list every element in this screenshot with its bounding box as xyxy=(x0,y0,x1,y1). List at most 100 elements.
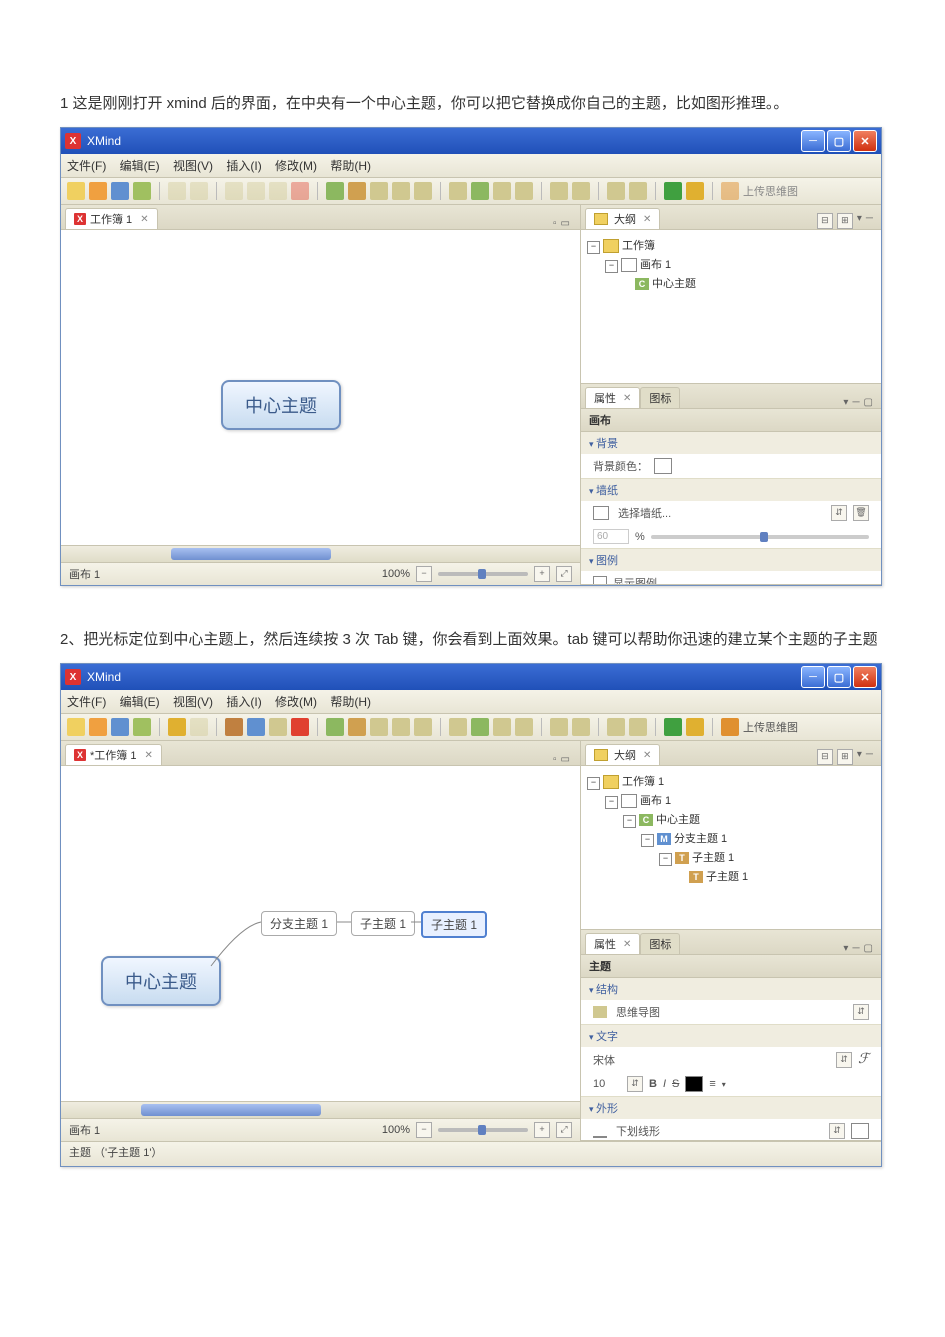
subtopic-icon[interactable] xyxy=(348,718,366,736)
panel-min-icon[interactable]: ─ xyxy=(866,749,873,765)
expand-all-button[interactable]: ⊞ xyxy=(837,213,853,229)
tab-min-icon[interactable]: ▫ xyxy=(553,218,557,229)
redo-icon[interactable] xyxy=(190,718,208,736)
tree-branch[interactable]: 分支主题 1 xyxy=(674,833,727,845)
menu-file[interactable]: 文件(F) xyxy=(67,159,106,173)
redo-icon[interactable] xyxy=(190,182,208,200)
opacity-slider-thumb[interactable] xyxy=(760,532,768,542)
tab-close-icon[interactable]: ✕ xyxy=(140,214,148,225)
section-shape[interactable]: 外形 xyxy=(581,1097,881,1119)
marker-icon[interactable] xyxy=(471,718,489,736)
menu-modify[interactable]: 修改(M) xyxy=(275,159,317,173)
hyperlink-icon[interactable] xyxy=(515,718,533,736)
opacity-slider[interactable] xyxy=(651,535,869,539)
tree-toggle[interactable]: − xyxy=(623,815,636,828)
select-wallpaper-button[interactable]: 选择墙纸... xyxy=(618,505,825,521)
drill-up-icon[interactable] xyxy=(572,718,590,736)
horizontal-scrollbar[interactable] xyxy=(61,1101,580,1118)
horizontal-scrollbar[interactable] xyxy=(61,545,580,562)
central-topic[interactable]: 中心主题 xyxy=(221,380,341,430)
font-script-icon[interactable]: ℱ xyxy=(858,1051,869,1068)
menu-modify[interactable]: 修改(M) xyxy=(275,695,317,709)
search-icon[interactable] xyxy=(629,718,647,736)
minimize-button[interactable]: ─ xyxy=(801,666,825,688)
panel-min-icon[interactable]: ─ xyxy=(866,213,873,229)
section-legend[interactable]: 图例 xyxy=(581,549,881,571)
align-button[interactable]: ≡ xyxy=(709,1078,715,1090)
filter-icon[interactable] xyxy=(607,718,625,736)
shape-color-swatch[interactable] xyxy=(851,1123,869,1139)
tree-toggle[interactable]: − xyxy=(641,834,654,847)
strike-button[interactable]: S xyxy=(672,1078,679,1090)
central-topic[interactable]: 中心主题 xyxy=(101,956,221,1006)
mindmap-canvas[interactable]: 中心主题 分支主题 1 子主题 1 子主题 1 xyxy=(61,766,580,1101)
zoom-slider-thumb[interactable] xyxy=(478,1125,486,1135)
paste-icon[interactable] xyxy=(269,182,287,200)
sub-topic-2-selected[interactable]: 子主题 1 xyxy=(421,911,487,938)
upload-icon[interactable] xyxy=(721,718,739,736)
titlebar[interactable]: X XMind ─ ▢ ✕ xyxy=(61,128,881,154)
copy-icon[interactable] xyxy=(247,718,265,736)
upload-icon[interactable] xyxy=(721,182,739,200)
section-text[interactable]: 文字 xyxy=(581,1025,881,1047)
new-icon[interactable] xyxy=(67,182,85,200)
outline-tab-close-icon[interactable]: ✕ xyxy=(643,214,651,225)
zoom-in-button[interactable]: + xyxy=(534,1122,550,1138)
topic-icon[interactable] xyxy=(326,718,344,736)
maximize-button[interactable]: ▢ xyxy=(827,666,851,688)
expand-all-button[interactable]: ⊞ xyxy=(837,749,853,765)
shape-options-button[interactable]: ⇵ xyxy=(829,1123,845,1139)
font-size[interactable]: 10 xyxy=(593,1078,621,1090)
maximize-button[interactable]: ▢ xyxy=(827,130,851,152)
panel-max-icon[interactable]: ▢ xyxy=(864,397,873,408)
menu-view[interactable]: 视图(V) xyxy=(173,695,213,709)
zoom-fit-button[interactable]: ⤢ xyxy=(556,566,572,582)
zoom-out-button[interactable]: − xyxy=(416,1122,432,1138)
attach-icon[interactable] xyxy=(449,182,467,200)
scrollbar-thumb[interactable] xyxy=(171,548,331,560)
zoom-in-button[interactable]: + xyxy=(534,566,550,582)
undo-icon[interactable] xyxy=(168,182,186,200)
open-icon[interactable] xyxy=(89,182,107,200)
filter-icon[interactable] xyxy=(607,182,625,200)
notes-icon[interactable] xyxy=(493,182,511,200)
section-background[interactable]: 背景 xyxy=(581,432,881,454)
copy-icon[interactable] xyxy=(247,182,265,200)
titlebar[interactable]: X XMind ─ ▢ ✕ xyxy=(61,664,881,690)
zoom-slider[interactable] xyxy=(438,572,528,576)
marker-icon[interactable] xyxy=(471,182,489,200)
bold-button[interactable]: B xyxy=(649,1078,657,1090)
tree-sheet[interactable]: 画布 1 xyxy=(640,795,671,807)
branch-topic[interactable]: 分支主题 1 xyxy=(261,911,337,936)
mindmap-canvas[interactable]: 中心主题 xyxy=(61,230,580,545)
tree-sub2[interactable]: 子主题 1 xyxy=(706,871,748,883)
nav-down-icon[interactable] xyxy=(664,718,682,736)
panel-min-icon[interactable]: ─ xyxy=(852,943,859,954)
font-color-swatch[interactable] xyxy=(685,1076,703,1092)
tree-toggle[interactable]: − xyxy=(587,241,600,254)
workbook-tab[interactable]: X 工作簿 1 ✕ xyxy=(65,208,158,229)
search-icon[interactable] xyxy=(629,182,647,200)
workbook-tab[interactable]: X *工作簿 1 ✕ xyxy=(65,744,162,765)
menu-edit[interactable]: 编辑(E) xyxy=(120,695,160,709)
tab-close-icon[interactable]: ✕ xyxy=(144,750,152,761)
shape-value[interactable]: 下划线形 xyxy=(616,1123,823,1139)
boundary-icon[interactable] xyxy=(392,182,410,200)
props-tab-close-icon[interactable]: ✕ xyxy=(623,939,631,950)
collapse-all-button[interactable]: ⊟ xyxy=(817,749,833,765)
markers-tab[interactable]: 图标 xyxy=(640,387,680,408)
outline-tab-close-icon[interactable]: ✕ xyxy=(643,750,651,761)
props-tab[interactable]: 属性✕ xyxy=(585,387,640,408)
menu-insert[interactable]: 插入(I) xyxy=(226,159,261,173)
font-family[interactable]: 宋体 xyxy=(593,1052,830,1068)
tree-workbook[interactable]: 工作簿 xyxy=(622,240,655,252)
upload-label[interactable]: 上传思维图 xyxy=(743,719,798,735)
float-topic-icon[interactable] xyxy=(370,182,388,200)
float-topic-icon[interactable] xyxy=(370,718,388,736)
align-dropdown-icon[interactable]: ▾ xyxy=(722,1080,726,1089)
tree-central[interactable]: 中心主题 xyxy=(652,278,696,290)
tab-max-icon[interactable]: ▭ xyxy=(561,218,570,229)
panel-menu-icon[interactable]: ▾ xyxy=(843,943,848,954)
sub-topic-1[interactable]: 子主题 1 xyxy=(351,911,415,936)
paste-icon[interactable] xyxy=(269,718,287,736)
